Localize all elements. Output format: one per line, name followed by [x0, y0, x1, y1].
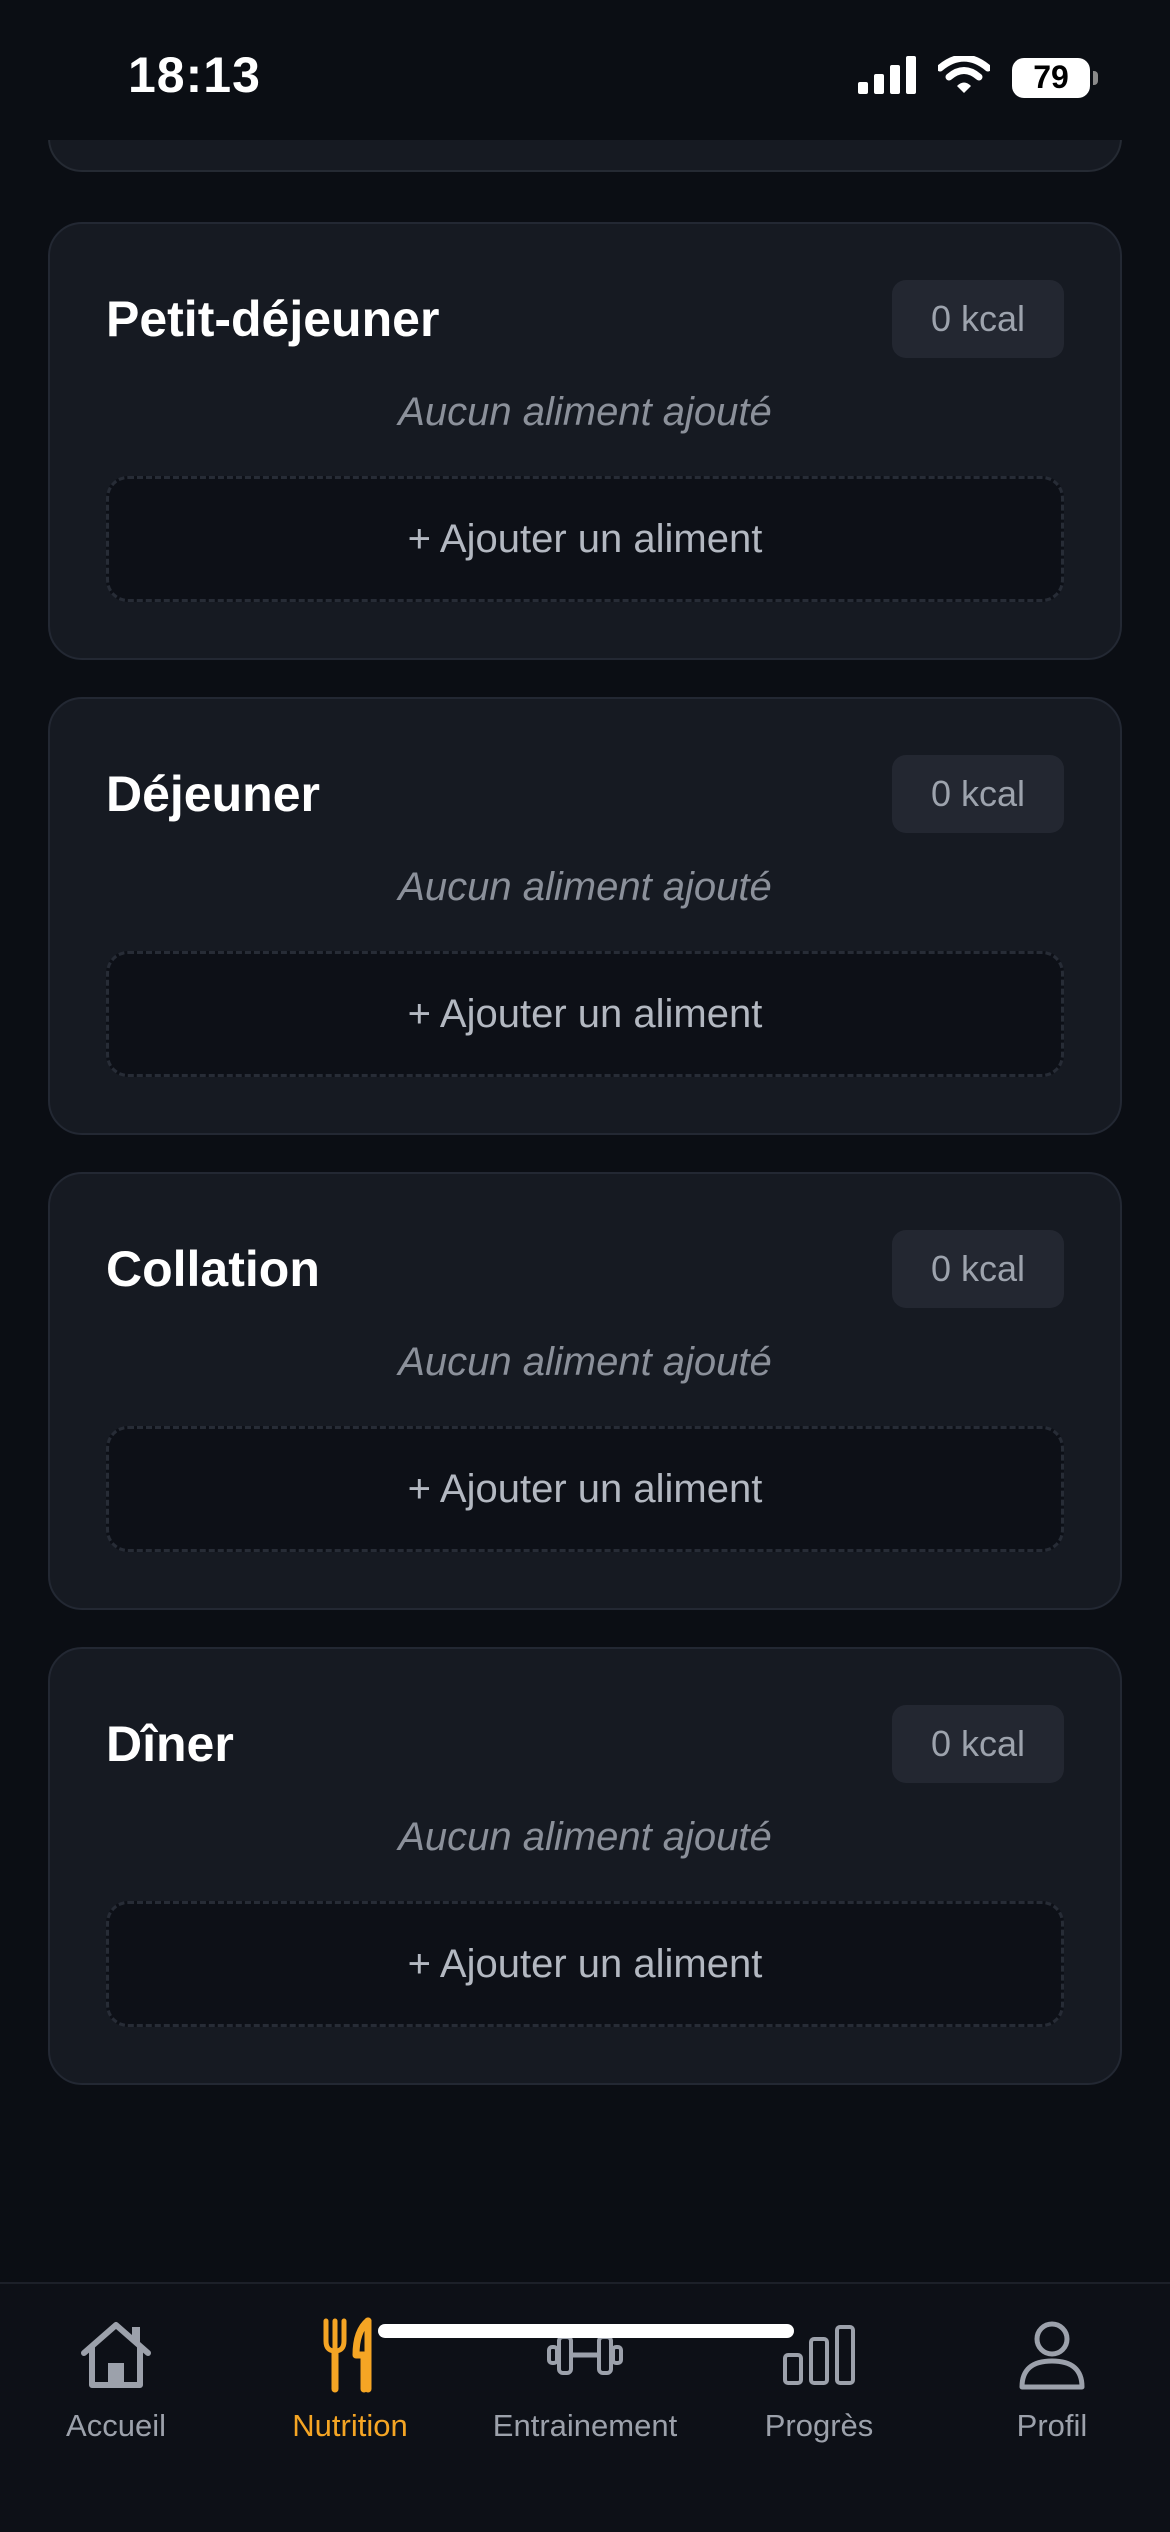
meal-card-diner: Dîner 0 kcal Aucun aliment ajouté + Ajou… [48, 1647, 1122, 2085]
status-bar: 18:13 79 [0, 0, 1170, 140]
tab-label: Profil [1016, 2408, 1088, 2443]
status-icons: 79 [858, 54, 1098, 99]
tab-profil[interactable]: Profil [942, 2310, 1162, 2460]
nutrition-screen: 18:13 79 Petit-déjeuner 0 kcal Aucun ali… [0, 0, 1170, 2532]
wifi-icon [936, 54, 992, 99]
tab-label: Accueil [66, 2408, 166, 2443]
tab-label: Nutrition [292, 2408, 408, 2443]
add-food-button[interactable]: + Ajouter un aliment [106, 951, 1064, 1077]
empty-state-text: Aucun aliment ajouté [398, 865, 772, 909]
meal-title: Collation [106, 1241, 320, 1297]
home-icon [71, 2310, 161, 2400]
meal-title: Petit-déjeuner [106, 291, 440, 347]
cellular-signal-icon [858, 56, 916, 99]
empty-state-text: Aucun aliment ajouté [398, 1340, 772, 1384]
meal-title: Déjeuner [106, 766, 320, 822]
add-food-button[interactable]: + Ajouter un aliment [106, 1901, 1064, 2027]
tab-label: Progrès [764, 2408, 874, 2443]
kcal-badge: 0 kcal [892, 755, 1064, 833]
meal-title: Dîner [106, 1716, 234, 1772]
kcal-badge: 0 kcal [892, 1230, 1064, 1308]
meal-card-petit-dejeuner: Petit-déjeuner 0 kcal Aucun aliment ajou… [48, 222, 1122, 660]
add-food-button[interactable]: + Ajouter un aliment [106, 476, 1064, 602]
tab-label: Entrainement [492, 2408, 678, 2443]
empty-state-text: Aucun aliment ajouté [398, 1815, 772, 1859]
kcal-badge: 0 kcal [892, 1705, 1064, 1783]
battery-icon: 79 [1012, 57, 1098, 98]
person-icon [1007, 2310, 1097, 2400]
tab-accueil[interactable]: Accueil [6, 2310, 226, 2460]
home-indicator[interactable] [378, 2324, 794, 2338]
meal-card-dejeuner: Déjeuner 0 kcal Aucun aliment ajouté + A… [48, 697, 1122, 1135]
status-time: 18:13 [128, 47, 261, 103]
kcal-badge: 0 kcal [892, 280, 1064, 358]
empty-state-text: Aucun aliment ajouté [398, 390, 772, 434]
tab-bar: Accueil Nutrition Entrainement Progrès P… [0, 2282, 1170, 2532]
add-food-button[interactable]: + Ajouter un aliment [106, 1426, 1064, 1552]
meal-card-collation: Collation 0 kcal Aucun aliment ajouté + … [48, 1172, 1122, 1610]
